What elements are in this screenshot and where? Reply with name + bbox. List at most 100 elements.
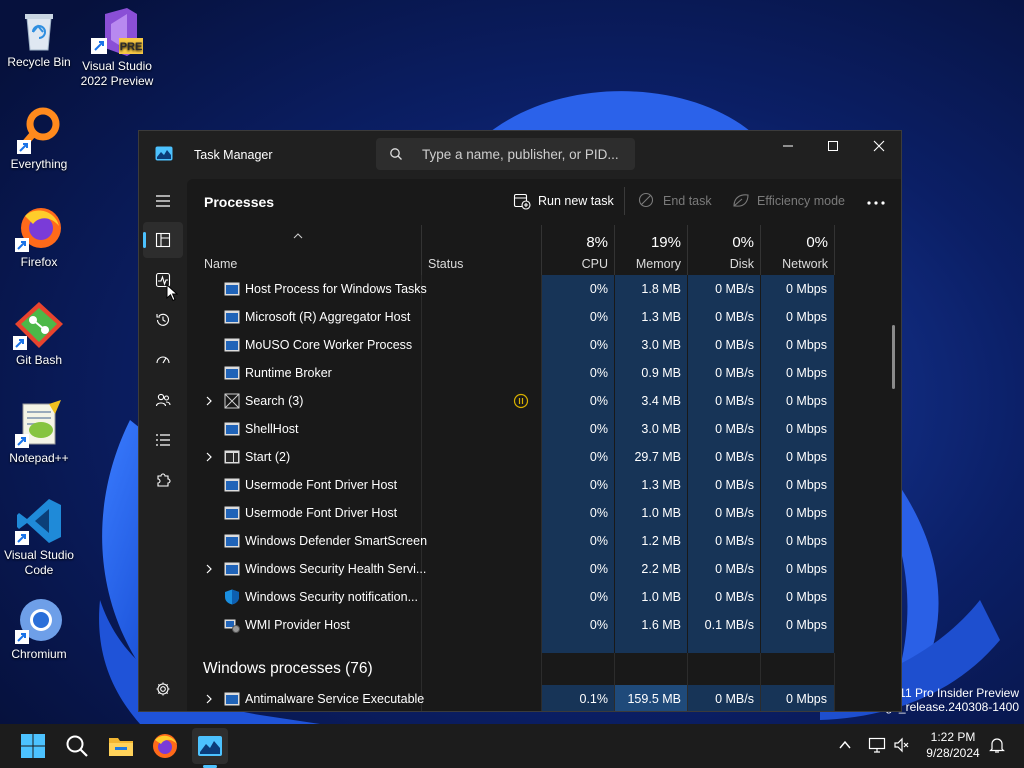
column-label-cpu: CPU xyxy=(581,257,608,271)
table-row[interactable]: Search (3) 0% 3.4 MB 0 MB/s 0 Mbps xyxy=(187,387,901,415)
taskbar-task-manager[interactable] xyxy=(196,732,224,760)
efficiency-mode-button[interactable]: Efficiency mode xyxy=(732,192,847,212)
nav-settings[interactable] xyxy=(143,671,183,707)
column-header-status[interactable]: Status xyxy=(422,225,541,275)
desktop-icon-recycle-bin[interactable]: Recycle Bin xyxy=(0,8,79,70)
table-row[interactable]: Windows Security notification... 0% 1.0 MB… xyxy=(187,583,901,611)
search-placeholder: Type a name, publisher, or PID... xyxy=(422,147,619,162)
memory-value: 1.0 MB xyxy=(641,590,681,604)
desktop-icon-visual-studio-code[interactable]: Visual Studio Code xyxy=(0,497,79,578)
network-value: 0 Mbps xyxy=(786,450,827,464)
desktop-icon-firefox[interactable]: Firefox xyxy=(0,204,79,270)
column-header-name[interactable]: Name xyxy=(187,225,421,275)
minimize-button[interactable] xyxy=(765,131,811,161)
disk-total-percent: 0% xyxy=(732,234,754,251)
table-row[interactable]: Start (2) 0% 29.7 MB 0 MB/s 0 Mbps xyxy=(187,443,901,471)
nav-processes[interactable] xyxy=(143,222,183,258)
column-header-cpu[interactable]: 8% CPU xyxy=(542,225,614,275)
maximize-icon xyxy=(828,141,838,151)
chevron-right-icon[interactable] xyxy=(205,452,213,462)
notification-bell-icon[interactable] xyxy=(988,736,1006,754)
network-monitor-icon[interactable] xyxy=(868,736,886,754)
process-name: Windows Defender SmartScreen xyxy=(245,534,428,548)
column-label-status: Status xyxy=(428,257,464,271)
start-button[interactable] xyxy=(19,732,47,760)
users-icon xyxy=(155,393,171,407)
nav-users[interactable] xyxy=(143,382,183,418)
nav-services[interactable] xyxy=(143,462,183,498)
network-value: 0 Mbps xyxy=(786,366,827,380)
column-header-network[interactable]: 0% Network xyxy=(761,225,834,275)
process-name: ShellHost xyxy=(245,422,299,436)
nav-details[interactable] xyxy=(143,422,183,458)
hamburger-menu-button[interactable] xyxy=(143,183,183,219)
taskbar-file-explorer[interactable] xyxy=(107,732,135,760)
taskbar-firefox[interactable] xyxy=(151,732,179,760)
efficiency-mode-label: Efficiency mode xyxy=(757,194,846,208)
table-row[interactable]: MoUSO Core Worker Process 0% 3.0 MB 0 MB/s 0… xyxy=(187,331,901,359)
table-row[interactable]: ShellHost 0% 3.0 MB 0 MB/s 0 Mbps xyxy=(187,415,901,443)
desktop-icon-everything[interactable]: Everything xyxy=(0,106,79,172)
table-row[interactable]: Runtime Broker 0% 0.9 MB 0 MB/s 0 Mbps xyxy=(187,359,901,387)
minimize-icon xyxy=(783,145,793,147)
startup-speedometer-icon xyxy=(156,356,170,364)
process-name: Host Process for Windows Tasks xyxy=(245,282,427,296)
cpu-value: 0% xyxy=(589,478,608,492)
gear-icon xyxy=(156,682,170,696)
column-header-disk[interactable]: 0% Disk xyxy=(688,225,760,275)
memory-value: 29.7 MB xyxy=(634,450,681,464)
everything-search-icon xyxy=(17,107,60,154)
table-row[interactable]: Usermode Font Driver Host 0% 1.0 MB 0 MB/s 0… xyxy=(187,499,901,527)
memory-value: 1.6 MB xyxy=(641,618,681,632)
more-options-button[interactable] xyxy=(863,193,889,213)
disk-value: 0 MB/s xyxy=(715,506,754,520)
column-headers: Name Status 8% CPU 19% Memory 0% Disk 0%… xyxy=(187,225,901,275)
chevron-right-icon[interactable] xyxy=(205,694,213,704)
search-input[interactable]: Type a name, publisher, or PID... xyxy=(376,138,635,170)
column-label-network: Network xyxy=(782,257,828,271)
title-bar[interactable]: Task Manager Type a name, publisher, or … xyxy=(139,131,901,179)
process-window-icon xyxy=(224,692,240,706)
table-row[interactable]: Microsoft (R) Aggregator Host 0% 1.3 MB 0 M… xyxy=(187,303,901,331)
group-header-windows-processes[interactable]: Windows processes (76) xyxy=(187,653,901,685)
table-row[interactable]: WMI Provider Host 0% 1.6 MB 0.1 MB/s 0 Mbps xyxy=(187,611,901,639)
table-row[interactable]: Antimalware Service Executable 0.1% 159.… xyxy=(187,685,901,711)
chevron-right-icon[interactable] xyxy=(205,564,213,574)
chevron-up-icon[interactable] xyxy=(838,738,852,752)
nav-startup-apps[interactable] xyxy=(143,342,183,378)
search-icon xyxy=(390,148,402,160)
desktop-icon-visual-studio-2022-preview[interactable]: PRE Visual Studio 2022 Preview xyxy=(77,8,157,89)
taskbar: 1:22 PM 9/28/2024 xyxy=(0,724,1024,768)
disk-value: 0 MB/s xyxy=(715,394,754,408)
table-row[interactable]: Host Process for Windows Tasks 0% 1.8 MB 0 … xyxy=(187,275,901,303)
desktop-icon-git-bash[interactable]: Git Bash xyxy=(0,302,79,368)
maximize-button[interactable] xyxy=(810,131,856,161)
taskbar-clock[interactable]: 1:22 PM 9/28/2024 xyxy=(918,729,988,761)
taskbar-search-button[interactable] xyxy=(63,732,91,760)
column-label-disk: Disk xyxy=(729,257,754,271)
run-new-task-button[interactable]: Run new task xyxy=(513,192,614,212)
table-row[interactable]: Usermode Font Driver Host 0% 1.3 MB 0 MB/s 0… xyxy=(187,471,901,499)
end-task-button[interactable]: End task xyxy=(638,192,716,212)
toolbar-separator xyxy=(624,187,625,215)
vertical-scrollbar-thumb[interactable] xyxy=(892,325,895,389)
process-name: WMI Provider Host xyxy=(245,618,350,632)
column-header-memory[interactable]: 19% Memory xyxy=(615,225,687,275)
table-row[interactable]: Windows Defender SmartScreen 0% 1.2 MB 0 MB… xyxy=(187,527,901,555)
desktop-icon-notepad-plus-plus[interactable]: Notepad++ xyxy=(0,400,79,466)
desktop-icon-chromium[interactable]: Chromium xyxy=(0,596,79,662)
column-divider xyxy=(834,225,835,275)
memory-value: 1.0 MB xyxy=(641,506,681,520)
close-button[interactable] xyxy=(856,131,901,161)
process-name: Runtime Broker xyxy=(245,366,332,380)
disk-value: 0 MB/s xyxy=(715,534,754,548)
volume-muted-icon[interactable] xyxy=(893,736,911,754)
nav-app-history[interactable] xyxy=(143,302,183,338)
memory-value: 0.9 MB xyxy=(641,366,681,380)
table-row[interactable]: Windows Security Health Servi... 0% 2.2 MB… xyxy=(187,555,901,583)
chevron-right-icon[interactable] xyxy=(205,396,213,406)
disk-value: 0 MB/s xyxy=(715,338,754,352)
process-start-icon xyxy=(224,450,240,464)
process-name: Search (3) xyxy=(245,394,304,408)
network-value: 0 Mbps xyxy=(786,534,827,548)
